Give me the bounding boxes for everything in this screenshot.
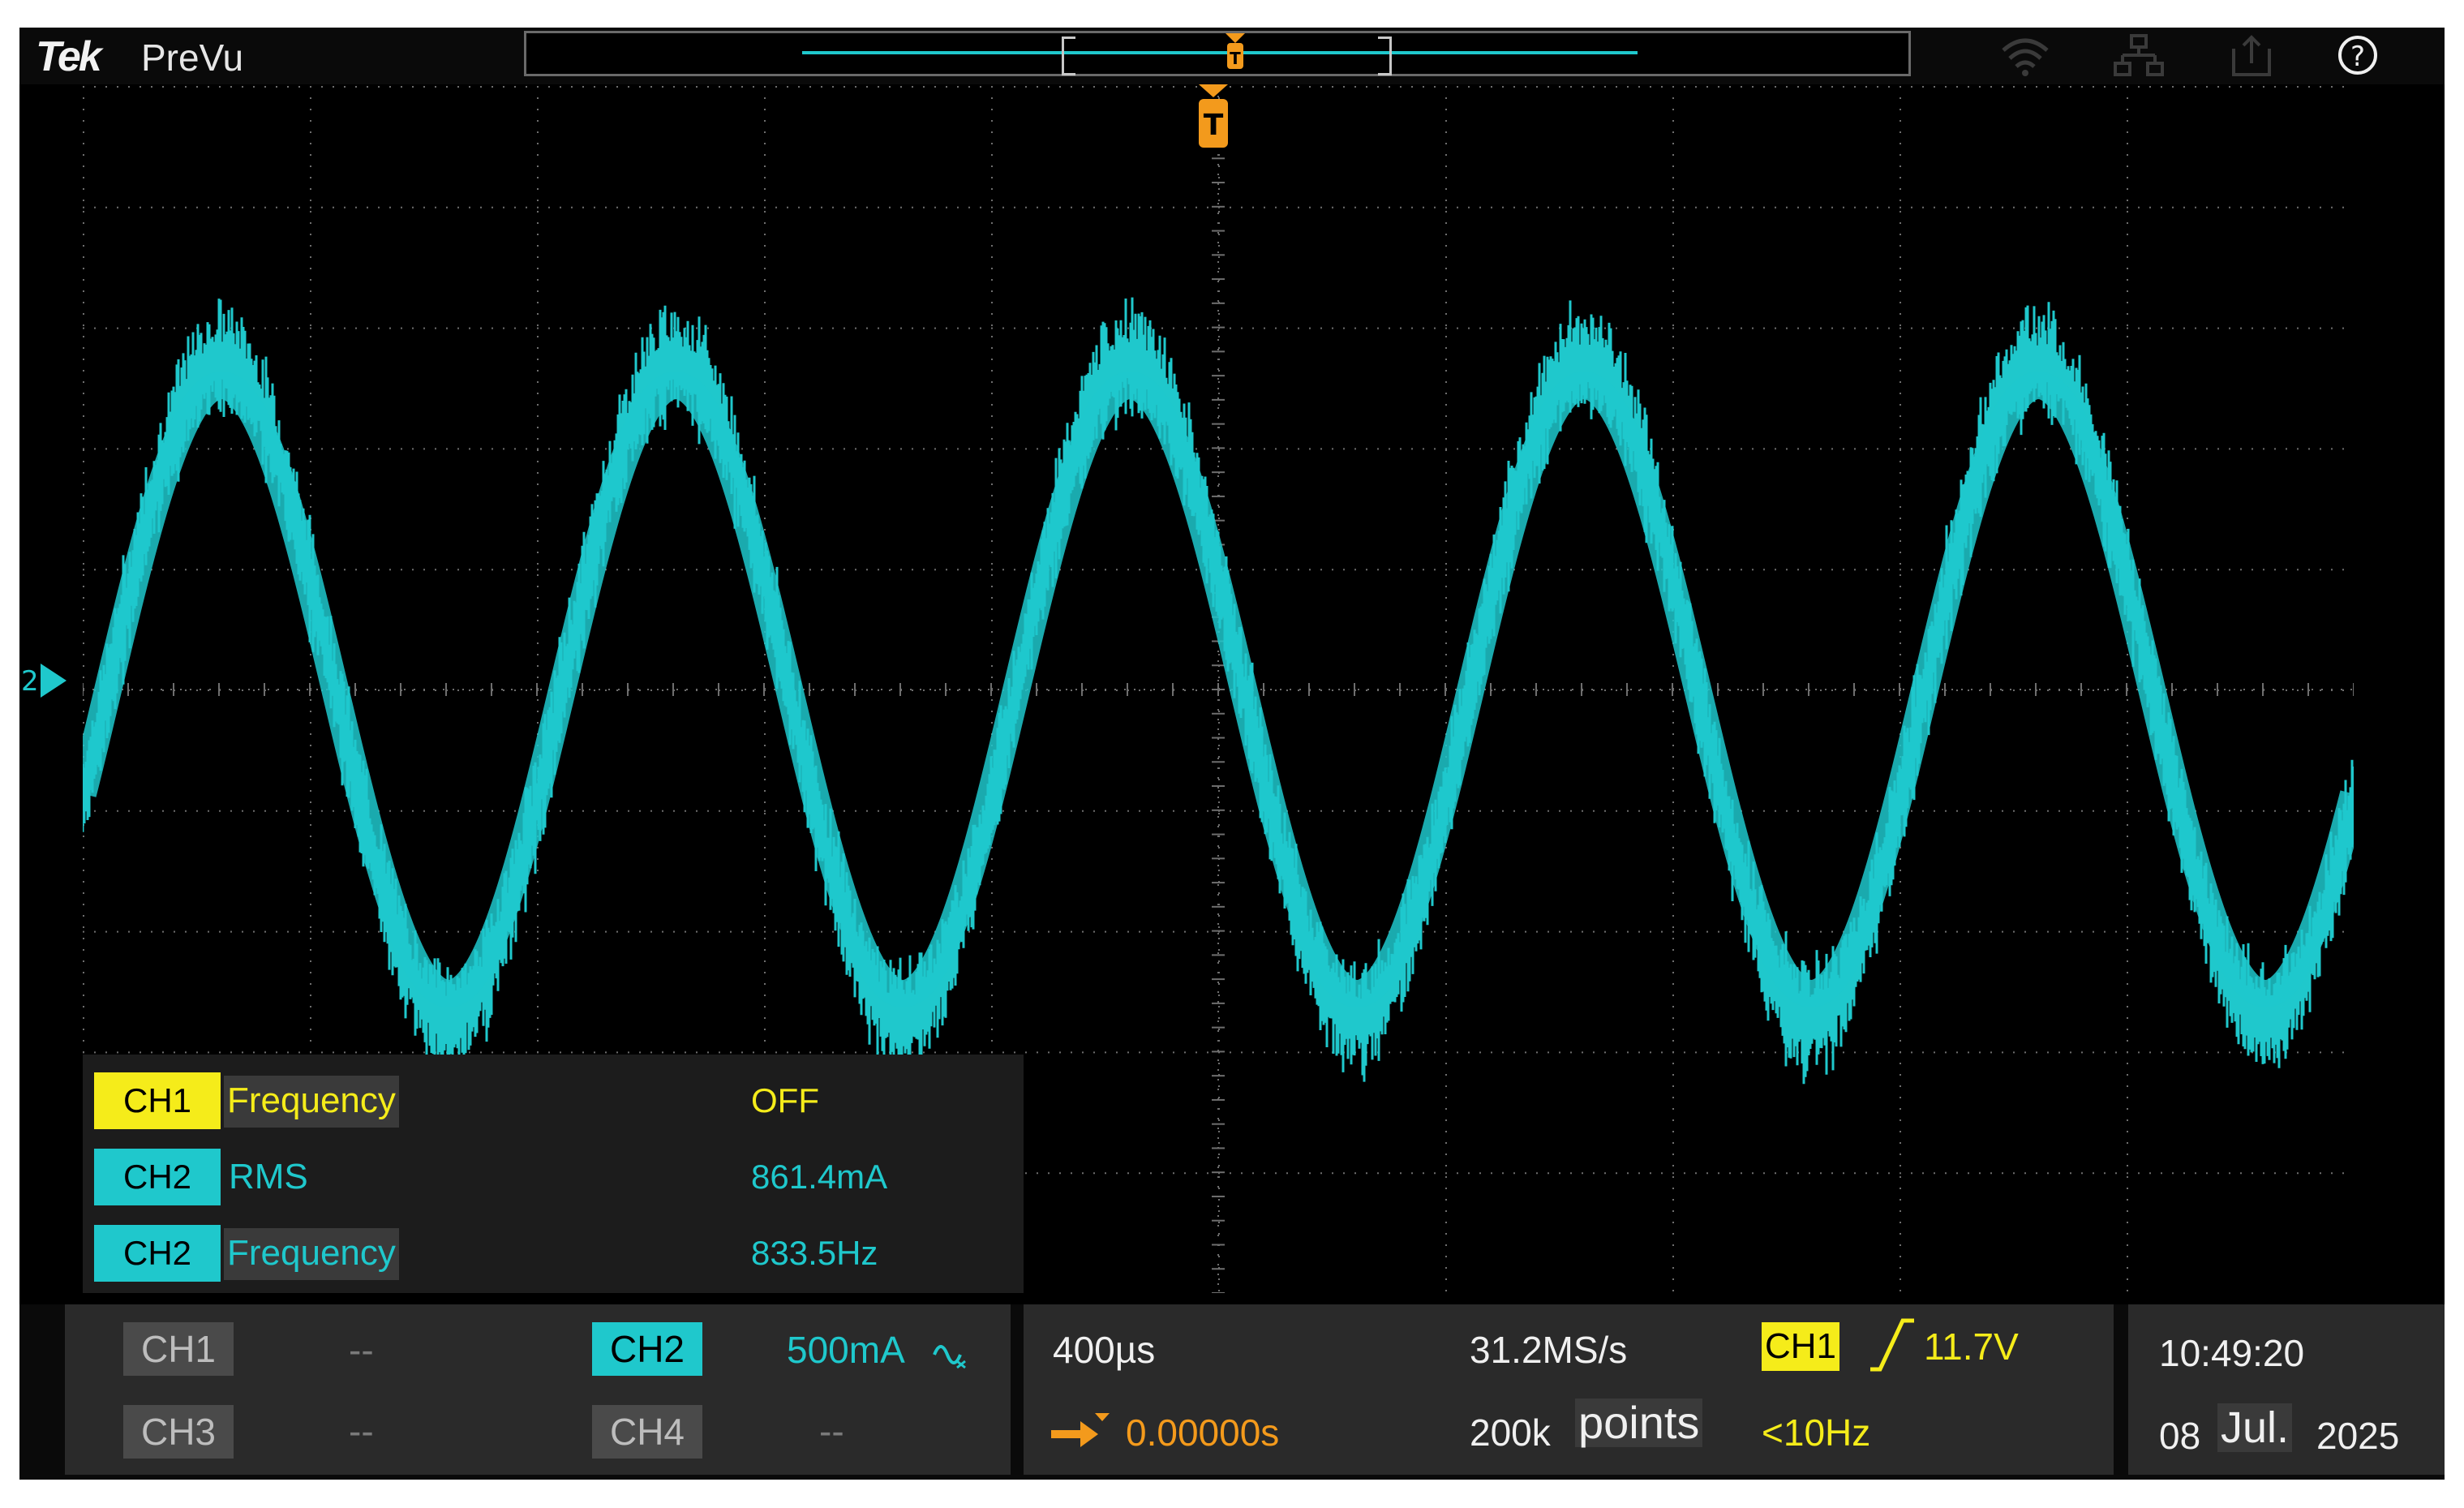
timebase[interactable]: 400µs xyxy=(1053,1325,1155,1374)
measurement-name: Frequency xyxy=(224,1228,399,1280)
ch3-button[interactable]: CH3 xyxy=(123,1405,234,1459)
date-time-panel[interactable]: 10:49:20 08 Jul. 2025 xyxy=(2128,1304,2445,1475)
ch3-scale: -- xyxy=(349,1410,374,1452)
measurement-row[interactable]: CH2 Frequency 833.5Hz xyxy=(94,1225,1019,1285)
measurement-value: 833.5Hz xyxy=(751,1234,878,1272)
date-month: Jul. xyxy=(2217,1403,2293,1452)
ac-coupling-icon xyxy=(933,1345,966,1369)
trigger-delay[interactable]: 0.00000s xyxy=(1126,1408,1279,1457)
trigger-source-badge[interactable]: CH1 xyxy=(1762,1322,1840,1371)
horizontal-trigger-panel[interactable]: 400µs 31.2MS/s 0.00000s 200k points CH1 … xyxy=(1024,1304,2114,1475)
help-glyph: ? xyxy=(2350,41,2365,73)
clock-time: 10:49:20 xyxy=(2159,1332,2305,1374)
trigger-frequency: <10Hz xyxy=(1762,1411,1871,1454)
measurement-channel-badge: CH1 xyxy=(94,1072,221,1129)
measurement-row[interactable]: CH1 Frequency OFF xyxy=(94,1072,1019,1132)
record-length: 200k xyxy=(1470,1411,1551,1454)
export-icon[interactable] xyxy=(2226,32,2279,78)
ch4-scale: -- xyxy=(819,1410,844,1452)
ch4-button[interactable]: CH4 xyxy=(592,1405,702,1459)
ch2-scale[interactable]: 500mA xyxy=(787,1325,905,1374)
overview-trigger-icon: T xyxy=(1226,33,1245,69)
help-icon[interactable]: ? xyxy=(2331,32,2385,78)
network-icon[interactable] xyxy=(2112,32,2166,78)
trigger-level[interactable]: 11.7V xyxy=(1924,1322,2019,1371)
ch2-trace-envelope xyxy=(83,371,2354,1008)
acquisition-mode: PreVu xyxy=(141,37,244,79)
measurement-row[interactable]: CH2 RMS 861.4mA xyxy=(94,1149,1019,1209)
overview-record-line xyxy=(802,51,1638,54)
status-bar: CH1 -- CH2 500mA CH3 -- CH4 -- 400µs 31.… xyxy=(19,1304,2445,1480)
date-day: 08 xyxy=(2159,1415,2201,1457)
overview-left-bracket[interactable] xyxy=(1062,37,1075,75)
channel-settings-panel: CH1 -- CH2 500mA CH3 -- CH4 -- xyxy=(65,1304,1011,1475)
waveform-overview[interactable]: T xyxy=(524,31,1911,76)
ch2-button[interactable]: CH2 xyxy=(592,1322,702,1376)
measurement-value: 861.4mA xyxy=(751,1158,888,1196)
measurement-name: Frequency xyxy=(224,1076,399,1128)
sample-rate: 31.2MS/s xyxy=(1470,1329,1628,1371)
ch1-scale: -- xyxy=(349,1329,374,1371)
ch1-button[interactable]: CH1 xyxy=(123,1322,234,1376)
oscilloscope-screen: Tek PreVu T ? 2 T CH1 Frequency OFF CH2 … xyxy=(19,28,2445,1480)
measurement-channel-badge: CH2 xyxy=(94,1149,221,1205)
date-year: 2025 xyxy=(2316,1415,2400,1457)
ch2-position-label: 2 xyxy=(21,665,39,698)
measurement-value: OFF xyxy=(751,1081,819,1119)
trigger-marker-label: T xyxy=(1204,109,1224,142)
measurements-panel[interactable]: CH1 Frequency OFF CH2 RMS 861.4mA CH2 Fr… xyxy=(83,1055,1024,1293)
trigger-position-icon[interactable]: T xyxy=(1196,84,1231,153)
measurement-name: RMS xyxy=(229,1157,308,1197)
rising-edge-icon xyxy=(1870,1318,1914,1372)
overview-right-bracket[interactable] xyxy=(1378,37,1392,75)
measurement-channel-badge: CH2 xyxy=(94,1225,221,1282)
delay-arrow-icon xyxy=(1051,1413,1110,1447)
wifi-icon[interactable] xyxy=(1998,32,2052,78)
top-bar: Tek PreVu T ? xyxy=(19,28,2445,84)
record-length-unit: points xyxy=(1575,1398,1703,1447)
svg-text:T: T xyxy=(1230,49,1241,68)
brand-logo: Tek xyxy=(36,33,102,80)
